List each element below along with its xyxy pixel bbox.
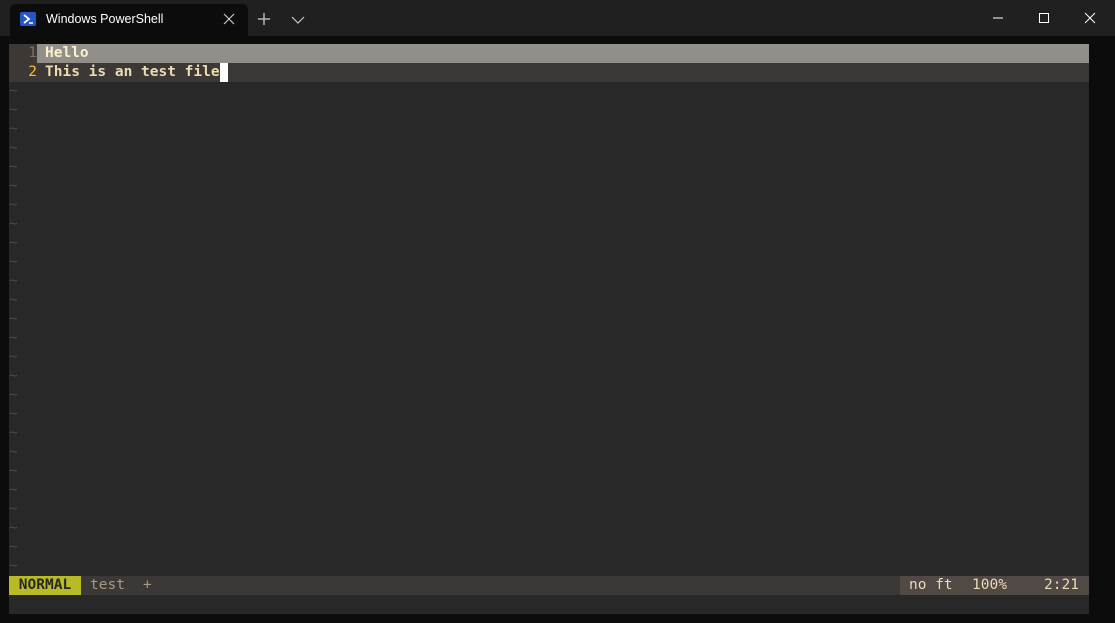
chevron-down-icon (291, 16, 305, 24)
editor-line[interactable]: 1 Hello (9, 44, 1089, 63)
status-right-segment: no ft 100% 2:21 (900, 576, 1089, 595)
terminal-window: Windows PowerShell 1 Hello 2 This is an … (0, 0, 1115, 623)
line-number: 1 (9, 44, 37, 63)
empty-line-marker: ~ (9, 501, 18, 517)
empty-line-marker: ~ (9, 292, 18, 308)
title-bar: Windows PowerShell (0, 0, 1115, 36)
scroll-percent: 100% (972, 577, 1007, 593)
empty-line-marker: ~ (9, 102, 18, 118)
empty-line-marker: ~ (9, 159, 18, 175)
empty-line-marker: ~ (9, 83, 18, 99)
text-cursor (219, 63, 228, 82)
empty-line-marker: ~ (9, 463, 18, 479)
line-text: Hello (45, 45, 89, 61)
empty-line-marker: ~ (9, 444, 18, 460)
empty-line-marker: ~ (9, 368, 18, 384)
empty-line-marker: ~ (9, 140, 18, 156)
empty-line-marker: ~ (9, 330, 18, 346)
command-line[interactable] (9, 595, 1089, 614)
editor-line-current[interactable]: 2 This is an test file (9, 63, 1089, 82)
empty-line-marker: ~ (9, 387, 18, 403)
maximize-icon (1039, 13, 1049, 23)
empty-line-marker: ~ (9, 558, 18, 574)
empty-line-marker: ~ (9, 482, 18, 498)
new-tab-button[interactable] (256, 11, 272, 27)
minimize-icon (993, 17, 1003, 19)
empty-line-marker: ~ (9, 235, 18, 251)
empty-line-marker: ~ (9, 520, 18, 536)
empty-line-marker: ~ (9, 178, 18, 194)
empty-line-marker: ~ (9, 216, 18, 232)
tab-dropdown-button[interactable] (290, 13, 306, 25)
empty-line-marker: ~ (9, 197, 18, 213)
empty-line-marker: ~ (9, 425, 18, 441)
minimize-button[interactable] (975, 0, 1021, 36)
empty-line-marker: ~ (9, 406, 18, 422)
tab-windows-powershell[interactable]: Windows PowerShell (10, 4, 248, 36)
mode-indicator: NORMAL (9, 576, 81, 595)
empty-line-markers: ~ ~ ~ ~ ~ ~ ~ ~ ~ ~ ~ ~ ~ ~ ~ ~ ~ ~ ~ ~ ~ ~ ~ ~ ~ ~ (9, 82, 29, 576)
empty-line-marker: ~ (9, 539, 18, 555)
close-icon (1084, 12, 1096, 24)
powershell-icon (20, 12, 36, 26)
cursor-position: 2:21 (1044, 577, 1079, 593)
status-line: NORMAL test + no ft 100% 2:21 (9, 576, 1089, 595)
empty-line-marker: ~ (9, 121, 18, 137)
line-number-current: 2 (9, 63, 37, 82)
plus-icon (258, 13, 270, 25)
line-text: This is an test file (45, 64, 220, 80)
maximize-button[interactable] (1021, 0, 1067, 36)
modified-flag: + (143, 577, 152, 593)
close-window-button[interactable] (1067, 0, 1113, 36)
empty-line-marker: ~ (9, 311, 18, 327)
tab-title: Windows PowerShell (46, 12, 164, 26)
vim-editor[interactable]: 1 Hello 2 This is an test file ~ ~ ~ ~ ~ ~ ~ ~ ~… (9, 44, 1089, 595)
empty-line-marker: ~ (9, 273, 18, 289)
close-tab-icon[interactable] (222, 12, 236, 26)
filename: test (90, 577, 125, 593)
empty-line-marker: ~ (9, 349, 18, 365)
filetype: no ft (909, 577, 953, 593)
empty-line-marker: ~ (9, 254, 18, 270)
